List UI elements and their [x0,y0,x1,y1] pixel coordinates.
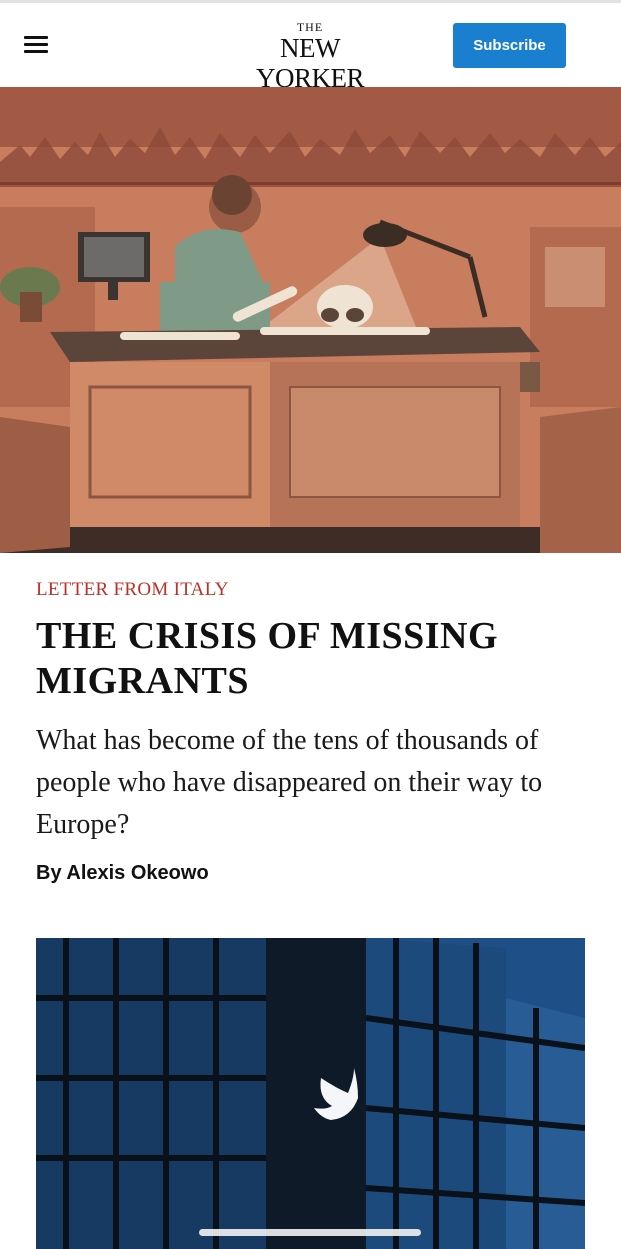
home-indicator [199,1229,421,1236]
logo-name: NEW YORKER [255,33,365,93]
article-dek: What has become of the tens of thousands… [36,725,543,840]
logo-the: THE [296,20,324,34]
subscribe-button[interactable]: Subscribe [453,23,566,68]
article-rubric[interactable]: LETTER FROM ITALY [36,579,229,601]
next-article-photo[interactable] [36,938,585,1249]
site-header: THE NEW YORKER Subscribe [0,3,621,93]
hamburger-menu-icon[interactable] [24,36,48,54]
hero-illustration[interactable] [0,87,621,553]
article-headline[interactable]: THE CRISIS OF MISSING MIGRANTS [36,614,596,704]
article-byline[interactable]: By Alexis Okeowo [36,862,209,885]
site-logo[interactable]: THE NEW YORKER [225,21,395,93]
